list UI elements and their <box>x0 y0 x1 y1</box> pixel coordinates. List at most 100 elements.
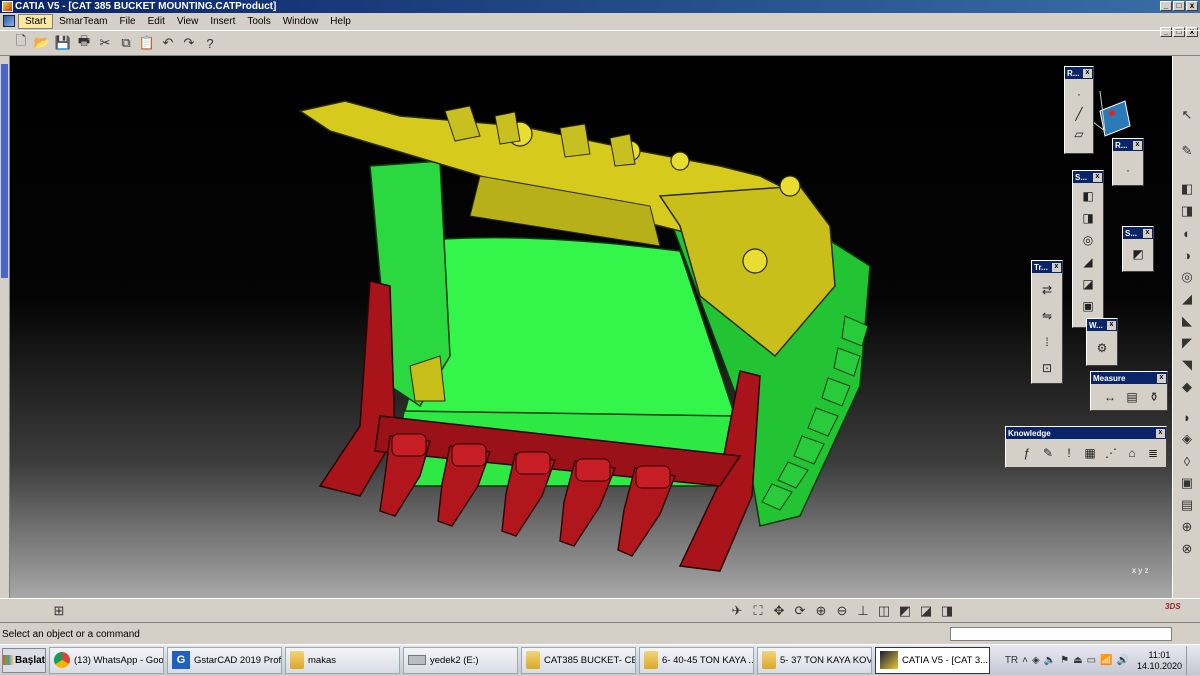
remove-loft-icon[interactable]: ◆ <box>1178 378 1196 396</box>
pocket-icon[interactable]: ◨ <box>1178 202 1196 220</box>
taskbar-item-catia[interactable]: CATIA V5 - [CAT 3... <box>875 646 990 674</box>
pocket-icon[interactable]: ◨ <box>1079 209 1097 227</box>
iso-view-icon[interactable]: ◫ <box>875 602 893 620</box>
close-icon[interactable]: x <box>1133 140 1142 150</box>
document-icon[interactable] <box>3 15 15 27</box>
menu-help[interactable]: Help <box>324 15 357 28</box>
plane-icon[interactable]: ▱ <box>1070 125 1088 143</box>
thickness-icon[interactable]: ▤ <box>1178 496 1196 514</box>
undo-icon[interactable]: ↶ <box>159 34 177 52</box>
stiffener-icon[interactable]: ◤ <box>1178 334 1196 352</box>
close-icon[interactable]: x <box>1107 320 1116 330</box>
new-icon[interactable]: 🗋 <box>12 33 30 52</box>
design-table-icon[interactable]: ▦ <box>1081 444 1099 462</box>
fillet-icon[interactable]: ◗ <box>1178 408 1196 426</box>
pan-icon[interactable]: ✥ <box>770 602 788 620</box>
rotate-icon[interactable]: ⟳ <box>791 602 809 620</box>
knowledge-toolbar[interactable]: Knowledge x ƒ ✎ ! ▦ ⋰ ⌂ ≣ <box>1005 426 1167 468</box>
taskbar-item-gstarcad[interactable]: G GstarCAD 2019 Prof... <box>167 646 282 674</box>
usb-icon[interactable]: ⏏ <box>1073 655 1082 666</box>
scaling-icon[interactable]: ⊡ <box>1038 359 1056 377</box>
floating-toolbar-w[interactable]: W... x ⚙ <box>1086 318 1118 366</box>
law-icon[interactable]: ⋰ <box>1102 444 1120 462</box>
equivalent-icon[interactable]: ≣ <box>1144 444 1162 462</box>
3d-viewport[interactable]: x y z R... x · ╱ ▱ R... x · S... x ◧ ◨ ◎ ◢ … <box>0 56 1172 598</box>
sketch-icon[interactable]: ✎ <box>1178 142 1196 160</box>
measure-toolbar[interactable]: Measure x ↔ ▤ ⚱ <box>1090 371 1168 411</box>
pad-icon[interactable]: ◧ <box>1079 187 1097 205</box>
pad-icon[interactable]: ◧ <box>1178 180 1196 198</box>
measure-inertia-icon[interactable]: ⚱ <box>1145 388 1163 406</box>
close-button[interactable]: x <box>1186 1 1198 11</box>
swap-space-icon[interactable]: ◨ <box>938 602 956 620</box>
fly-mode-icon[interactable]: ✈ <box>728 602 746 620</box>
speaker-icon[interactable]: 🔊 <box>1117 655 1129 666</box>
floating-toolbar-r1[interactable]: R... x · ╱ ▱ <box>1064 66 1094 154</box>
print-icon[interactable]: 🖶 <box>75 33 93 52</box>
spec-tree-icon[interactable]: ⊞ <box>50 602 68 620</box>
command-input[interactable] <box>950 627 1172 641</box>
taskbar-item-37-ton[interactable]: 5- 37 TON KAYA KOV... <box>757 646 872 674</box>
formula-icon[interactable]: ƒ <box>1018 444 1036 462</box>
whats-this-icon[interactable]: ? <box>201 34 219 52</box>
pattern-icon[interactable]: ⁞ <box>1038 333 1056 351</box>
menu-tools[interactable]: Tools <box>241 15 276 28</box>
draft-icon[interactable]: ◊ <box>1178 452 1196 470</box>
edge-fillet-icon[interactable]: ◢ <box>1079 253 1097 271</box>
shading-icon[interactable]: ◩ <box>896 602 914 620</box>
gear-icon[interactable]: ⚙ <box>1093 339 1111 357</box>
redo-icon[interactable]: ↷ <box>180 34 198 52</box>
close-icon[interactable]: x <box>1083 68 1092 78</box>
line-icon[interactable]: ╱ <box>1070 105 1088 123</box>
paste-icon[interactable]: 📋 <box>138 34 156 52</box>
close-icon[interactable]: x <box>1093 172 1102 182</box>
language-indicator[interactable]: TR <box>1005 655 1018 666</box>
hole-icon[interactable]: ◎ <box>1178 268 1196 286</box>
copy-icon[interactable]: ⧉ <box>117 34 135 52</box>
zoom-in-icon[interactable]: ⊕ <box>812 602 830 620</box>
antivirus-icon[interactable]: ◈ <box>1032 655 1040 666</box>
taskbar-item-whatsapp[interactable]: (13) WhatsApp - Goo... <box>49 646 164 674</box>
check-icon[interactable]: ! <box>1060 444 1078 462</box>
taskbar-item-makas[interactable]: makas <box>285 646 400 674</box>
cut-icon[interactable]: ✂ <box>96 34 114 52</box>
shell-icon[interactable]: ▣ <box>1079 297 1097 315</box>
point-icon[interactable]: · <box>1070 85 1088 103</box>
menu-smarteam[interactable]: SmarTeam <box>53 15 113 28</box>
loft-icon[interactable]: ◥ <box>1178 356 1196 374</box>
split-icon[interactable]: ◩ <box>1129 245 1147 263</box>
save-icon[interactable]: 💾 <box>54 34 72 52</box>
menu-insert[interactable]: Insert <box>204 15 241 28</box>
display-icon[interactable]: ▭ <box>1087 655 1096 666</box>
close-icon[interactable]: x <box>1052 262 1061 272</box>
chamfer-icon[interactable]: ◈ <box>1178 430 1196 448</box>
close-icon[interactable]: x <box>1156 428 1165 438</box>
menu-view[interactable]: View <box>171 15 205 28</box>
floating-toolbar-s2[interactable]: S... x ◩ <box>1122 226 1154 272</box>
point-icon[interactable]: · <box>1119 161 1137 179</box>
clock[interactable]: 11:01 14.10.2020 <box>1137 650 1182 672</box>
minimize-button[interactable]: _ <box>1160 1 1172 11</box>
zoom-out-icon[interactable]: ⊖ <box>833 602 851 620</box>
taskbar-item-yedek2[interactable]: yedek2 (E:) <box>403 646 518 674</box>
show-desktop-button[interactable] <box>1186 646 1196 675</box>
slot-icon[interactable]: ◣ <box>1178 312 1196 330</box>
show-hidden-icon[interactable]: ˄ <box>1022 655 1028 666</box>
open-icon[interactable]: 📂 <box>33 34 51 52</box>
start-button[interactable]: Başlat <box>2 647 46 673</box>
shaft-icon[interactable]: ◐ <box>1178 224 1196 242</box>
floating-toolbar-s1[interactable]: S... x ◧ ◨ ◎ ◢ ◪ ▣ <box>1072 170 1104 328</box>
floating-toolbar-r2[interactable]: R... x · <box>1112 138 1144 186</box>
action-center-icon[interactable]: ⚑ <box>1060 655 1069 666</box>
translation-icon[interactable]: ⇄ <box>1038 281 1056 299</box>
menu-file[interactable]: File <box>113 15 141 28</box>
shell-icon[interactable]: ▣ <box>1178 474 1196 492</box>
close-icon[interactable]: x <box>1143 228 1152 238</box>
menu-edit[interactable]: Edit <box>142 15 171 28</box>
rib-icon[interactable]: ◢ <box>1178 290 1196 308</box>
floating-toolbar-tr[interactable]: Tr... x ⇄ ⇋ ⁞ ⊡ <box>1031 260 1063 384</box>
menu-start[interactable]: Start <box>18 13 54 29</box>
measure-item-icon[interactable]: ▤ <box>1123 388 1141 406</box>
close-icon[interactable]: x <box>1157 373 1166 383</box>
boolean-icon[interactable]: ⊗ <box>1178 540 1196 558</box>
